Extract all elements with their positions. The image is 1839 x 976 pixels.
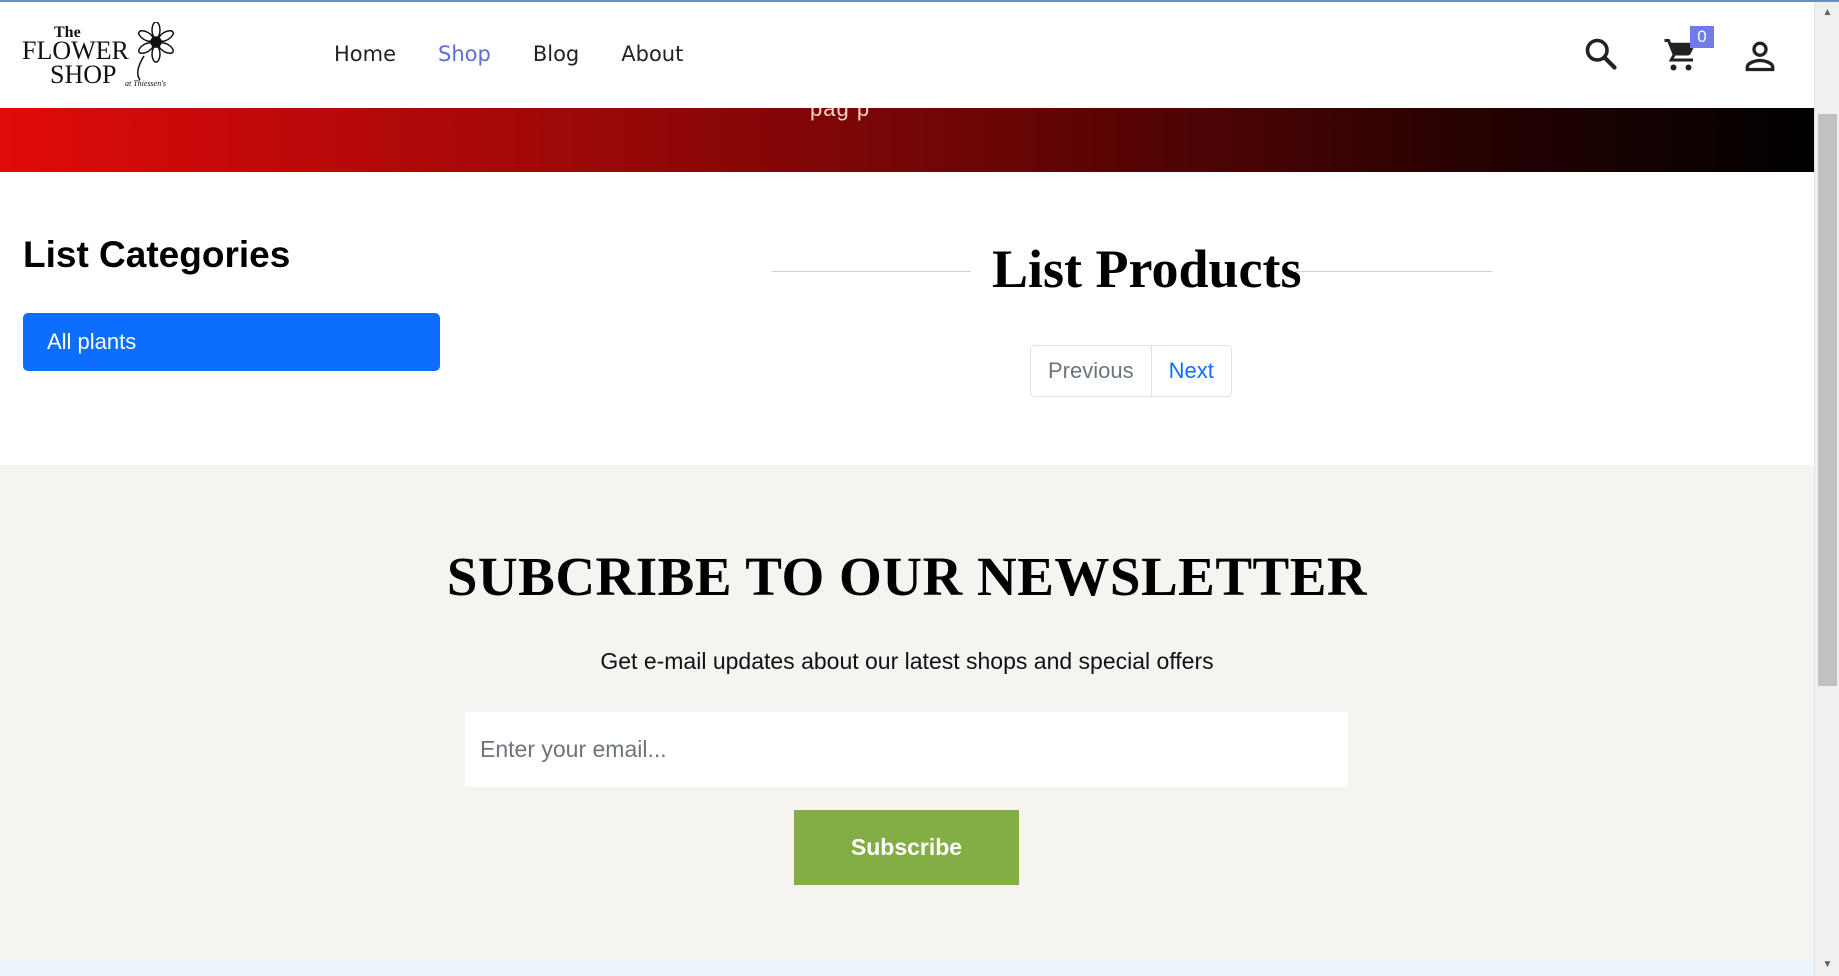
- heading-divider-right: [1293, 271, 1492, 272]
- page-banner: pag p: [0, 96, 1814, 172]
- heading-divider-left: [772, 271, 971, 272]
- products-heading: List Products: [772, 238, 1492, 308]
- scroll-down-arrow-icon[interactable]: ▼: [1815, 956, 1839, 974]
- site-header: The FLOWER SHOP at Thiessen's Home Shop: [0, 2, 1814, 108]
- main-nav: Home Shop Blog About: [334, 42, 725, 66]
- user-icon[interactable]: [1742, 38, 1778, 74]
- categories-title: List Categories: [23, 234, 291, 275]
- scroll-up-arrow-icon[interactable]: ▲: [1815, 4, 1839, 22]
- logo-shop-text: SHOP: [50, 60, 116, 89]
- email-input[interactable]: [465, 712, 1348, 787]
- nav-shop[interactable]: Shop: [438, 42, 491, 66]
- page: The FLOWER SHOP at Thiessen's Home Shop: [0, 0, 1814, 976]
- logo-graphic: The FLOWER SHOP at Thiessen's: [22, 21, 174, 89]
- category-all-plants[interactable]: All plants: [23, 313, 440, 371]
- nav-about[interactable]: About: [621, 42, 683, 66]
- previous-button[interactable]: Previous: [1031, 346, 1152, 396]
- newsletter-subtitle: Get e-mail updates about our latest shop…: [600, 648, 1214, 674]
- nav-blog[interactable]: Blog: [533, 42, 579, 66]
- window-top-border: [0, 0, 1839, 2]
- pagination: Previous Next: [1030, 345, 1232, 397]
- next-button[interactable]: Next: [1151, 346, 1231, 396]
- scroll-thumb[interactable]: [1818, 114, 1837, 686]
- vertical-scrollbar[interactable]: ▲ ▼: [1814, 2, 1839, 976]
- flower-icon: [137, 21, 174, 81]
- newsletter-title: SUBCRIBE TO OUR NEWSLETTER: [446, 546, 1368, 607]
- newsletter-section: SUBCRIBE TO OUR NEWSLETTER Get e-mail up…: [0, 465, 1814, 958]
- footer-edge: [0, 958, 1814, 976]
- flower-shop-logo[interactable]: The FLOWER SHOP at Thiessen's: [22, 21, 187, 92]
- cart-count-badge: 0: [1690, 26, 1714, 48]
- logo-tagline-text: at Thiessen's: [125, 79, 166, 88]
- nav-home[interactable]: Home: [334, 42, 396, 66]
- subscribe-button[interactable]: Subscribe: [794, 810, 1019, 885]
- products-title: List Products: [992, 239, 1302, 299]
- search-icon[interactable]: [1583, 36, 1619, 72]
